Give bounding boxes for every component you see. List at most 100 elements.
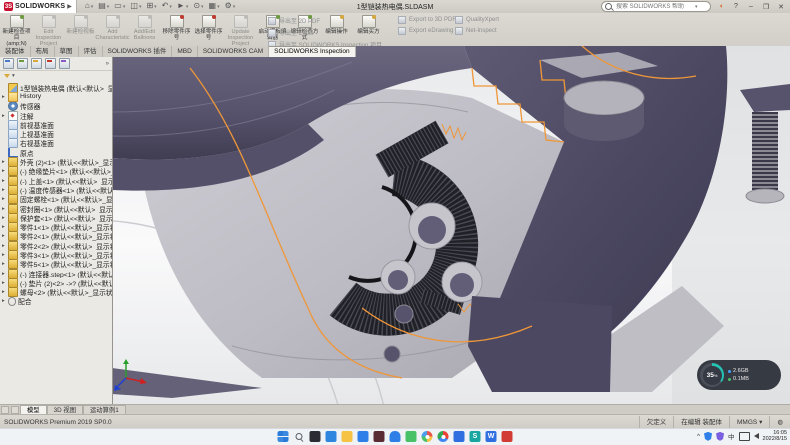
quick-access-open[interactable]: ▭▾ xyxy=(114,1,125,12)
help-search-box[interactable]: ▾ xyxy=(601,1,711,12)
tree-item[interactable]: ▸ 保护套<1> (默认<<默认>_显示状 xyxy=(0,213,112,222)
filter-dropdown-icon[interactable]: ▾ xyxy=(12,73,15,79)
taskbar-app-mail[interactable] xyxy=(358,431,369,442)
search-dropdown-icon[interactable]: ▾ xyxy=(695,4,698,10)
tree-item[interactable]: ▸ 注解 xyxy=(0,111,112,120)
tray-expand-chevron-icon[interactable]: ^ xyxy=(697,433,700,440)
tree-item[interactable]: ▸ 配合 xyxy=(0,297,112,306)
help-button[interactable]: ? xyxy=(731,3,741,10)
graphics-area[interactable]: 35% 2.6GB 0.1MB xyxy=(112,46,790,404)
tree-item[interactable]: ▸ 零件1<1> (默认<<默认>_显示状态 xyxy=(0,222,112,231)
command-tab[interactable]: 装配体 xyxy=(0,46,31,57)
tree-item[interactable]: ▸ (-) 连接器.step<1> (默认<<默认> xyxy=(0,269,112,278)
units-selector[interactable]: MMGS ▾ xyxy=(729,416,769,429)
tree-item[interactable]: ▸ 外壳 (2)<1> (默认<<默认>_显示状 xyxy=(0,157,112,166)
ribbon-button[interactable]: Add Characteristic xyxy=(97,14,128,41)
taskbar-app-app-s[interactable]: S xyxy=(470,431,481,442)
taskbar-app-wps[interactable]: W xyxy=(486,431,497,442)
quick-access-home[interactable]: ⌂▾ xyxy=(85,1,93,12)
taskbar-app-onedrive[interactable] xyxy=(390,431,401,442)
tray-clock[interactable]: 16:052022/8/15 xyxy=(763,430,787,443)
tree-item[interactable]: ▸ 零件2<2> (默认<<默认>_显示状态 xyxy=(0,241,112,250)
command-tab[interactable]: SOLIDWORKS Inspection xyxy=(269,46,356,57)
tree-item[interactable]: ▸ 螺母<2> (默认<<默认>_显示状态 xyxy=(0,288,112,297)
bottom-left-sliver[interactable] xyxy=(112,368,262,398)
export-menu-item[interactable]: 导出至 Excel xyxy=(268,28,382,37)
display-tray-icon[interactable] xyxy=(739,432,750,441)
quick-access-display-settings[interactable]: ▦▾ xyxy=(209,1,220,12)
command-tab[interactable]: 草图 xyxy=(55,46,79,57)
taskbar-app-task-view[interactable] xyxy=(310,431,321,442)
ribbon-button[interactable]: Update Inspection Project xyxy=(225,14,256,47)
quick-access-new-document[interactable]: ▤▾ xyxy=(98,1,109,12)
export-menu-item[interactable]: QualityXpert xyxy=(455,16,499,24)
antivirus-shield-icon[interactable] xyxy=(716,432,724,441)
quick-access-options[interactable]: ⚙▾ xyxy=(225,1,236,12)
ribbon-button[interactable]: 新建检视板 xyxy=(65,14,96,35)
tree-item[interactable]: ▸ (-) 绝缘垫片<1> (默认<<默认>_显 xyxy=(0,167,112,176)
cad-model[interactable] xyxy=(112,46,790,404)
tab-scroll-right-icon[interactable] xyxy=(11,406,19,414)
tree-item[interactable]: ▸ History xyxy=(0,92,112,101)
tag-icon[interactable]: ◍ xyxy=(769,416,790,429)
export-menu-item[interactable]: Net-Inspect xyxy=(455,27,499,35)
menu-expand-arrow-icon[interactable]: ▶ xyxy=(67,3,72,10)
system-monitor-overlay[interactable]: 35% 2.6GB 0.1MB xyxy=(697,360,781,390)
taskbar-app-app-blue[interactable] xyxy=(454,431,465,442)
tree-item[interactable]: ▸ (-) 温度传感器<1> (默认<<默认>_ xyxy=(0,185,112,194)
command-tab[interactable]: 布局 xyxy=(31,46,55,57)
taskbar-app-search[interactable] xyxy=(294,431,305,442)
taskbar-app-chrome[interactable] xyxy=(438,431,449,442)
command-tab[interactable]: MBD xyxy=(172,46,197,57)
close-button[interactable]: ✕ xyxy=(776,3,786,11)
tree-item[interactable]: ▸ 传感器 xyxy=(0,102,112,111)
tree-filter-row[interactable]: ▾ xyxy=(0,71,112,81)
tree-item[interactable]: ▸ 前视基准面 xyxy=(0,120,112,129)
taskbar-app-edge[interactable] xyxy=(326,431,337,442)
configurationmanager-tab-icon[interactable] xyxy=(31,58,42,69)
tree-item[interactable]: ▸ 右视基准面 xyxy=(0,139,112,148)
tree-item[interactable]: ▸ (-) 上盖<1> (默认<<默认>_显示状 xyxy=(0,176,112,185)
login-icon[interactable]: ◖ xyxy=(716,3,726,10)
displaymanager-tab-icon[interactable] xyxy=(59,58,70,69)
corner-fin-stack[interactable] xyxy=(752,112,778,190)
volume-icon[interactable] xyxy=(754,433,759,439)
command-tab[interactable]: SOLIDWORKS 插件 xyxy=(103,46,173,57)
boss-cylinder-face[interactable] xyxy=(564,81,644,115)
tree-item[interactable]: ▸ 上视基准面 xyxy=(0,129,112,138)
tree-item[interactable]: ▸ (-) 垫片 (2)<2> ->? (默认<<默认> xyxy=(0,278,112,287)
tree-item[interactable]: ▸ 固定螺栓<1> (默认<<默认>_显示 xyxy=(0,195,112,204)
ribbon-button[interactable]: 选择零件序号 xyxy=(193,14,224,41)
taskbar-app-app-green[interactable] xyxy=(406,431,417,442)
tree-root[interactable]: 1型铠装热电偶 (默认<默认>_显示状态-1 xyxy=(0,83,112,92)
ribbon-button[interactable]: 新建检查项目(amp;N) xyxy=(1,14,32,47)
security-shield-icon[interactable] xyxy=(704,432,712,441)
restore-button[interactable]: ❐ xyxy=(761,3,771,11)
export-menu-item[interactable]: Export eDrawing xyxy=(398,27,456,35)
quick-access-print[interactable]: ⊞▾ xyxy=(146,1,156,12)
taskbar-app-photos[interactable] xyxy=(422,431,433,442)
export-menu-item[interactable]: 导出至 2D PDF xyxy=(268,16,382,25)
taskbar-app-app-dark[interactable] xyxy=(374,431,385,442)
tree-item[interactable]: ▸ 零件3<1> (默认<<默认>_显示状态 xyxy=(0,250,112,259)
tree-item[interactable]: ▸ 零件2<1> (默认<<默认>_显示状态 xyxy=(0,232,112,241)
panel-tabs-overflow-chevron[interactable]: » xyxy=(106,61,109,67)
quick-access-save[interactable]: ◫▾ xyxy=(130,1,141,12)
command-tab[interactable]: 评估 xyxy=(79,46,103,57)
tab-scroll-left-icon[interactable] xyxy=(1,406,9,414)
tree-item[interactable]: ▸ 原点 xyxy=(0,148,112,157)
featuremanager-tab-icon[interactable] xyxy=(3,58,14,69)
command-tab[interactable]: SOLIDWORKS CAM xyxy=(198,46,269,57)
minimize-button[interactable]: – xyxy=(746,3,756,10)
search-input[interactable] xyxy=(614,3,692,11)
ribbon-button[interactable]: Edit Inspection Project xyxy=(33,14,64,47)
ribbon-button[interactable]: Add/Edit Balloons xyxy=(129,14,160,41)
quick-access-rebuild[interactable]: ⊙▾ xyxy=(193,1,203,12)
taskbar-app-app-red[interactable] xyxy=(502,431,513,442)
start-button[interactable] xyxy=(278,431,289,442)
ime-indicator[interactable]: 中 xyxy=(728,431,735,441)
propertymanager-tab-icon[interactable] xyxy=(17,58,28,69)
dimxpertmanager-tab-icon[interactable] xyxy=(45,58,56,69)
quick-access-undo[interactable]: ↶▾ xyxy=(162,1,172,12)
quick-access-select[interactable]: ►▾ xyxy=(177,1,188,12)
